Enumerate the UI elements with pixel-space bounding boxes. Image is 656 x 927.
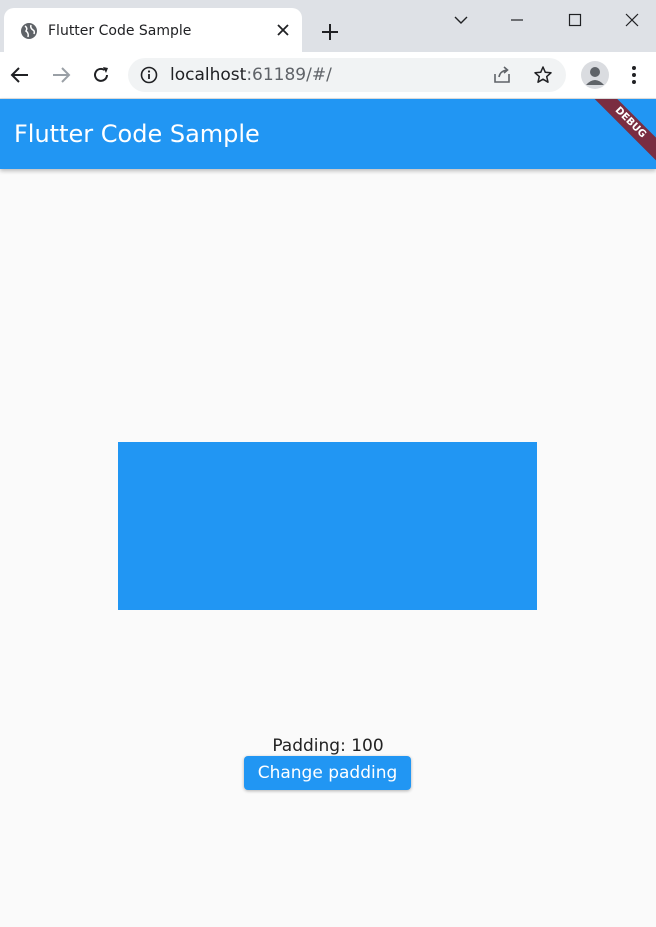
- site-info-icon[interactable]: [140, 66, 158, 84]
- padding-value-label: Padding: 100: [272, 736, 384, 756]
- browser-tabstrip: Flutter Code Sample: [0, 0, 656, 52]
- new-tab-icon[interactable]: [318, 20, 342, 44]
- bookmark-star-icon[interactable]: [533, 65, 553, 85]
- address-bar[interactable]: localhost:61189/#/: [128, 58, 566, 92]
- globe-icon: [20, 22, 38, 40]
- app-title: Flutter Code Sample: [14, 120, 260, 148]
- app-bar: Flutter Code Sample DEBUG: [0, 99, 656, 169]
- url-path: :61189/#/: [246, 65, 332, 85]
- debug-banner: DEBUG: [574, 99, 656, 169]
- url-host: localhost: [170, 65, 247, 85]
- window-close-icon[interactable]: [620, 8, 644, 32]
- forward-arrow-icon[interactable]: [50, 64, 72, 86]
- tab-search-chevron-icon[interactable]: [449, 8, 473, 32]
- padded-blue-container: [118, 442, 537, 610]
- back-arrow-icon[interactable]: [9, 64, 31, 86]
- reload-icon[interactable]: [90, 64, 112, 86]
- profile-avatar-icon[interactable]: [581, 61, 609, 89]
- browser-tab[interactable]: Flutter Code Sample: [4, 8, 302, 52]
- maximize-icon[interactable]: [563, 8, 587, 32]
- change-padding-button[interactable]: Change padding: [244, 756, 411, 790]
- browser-menu-icon[interactable]: [624, 64, 644, 86]
- share-icon[interactable]: [492, 65, 512, 85]
- minimize-icon[interactable]: [505, 8, 529, 32]
- address-url: localhost:61189/#/: [170, 65, 332, 85]
- tab-title: Flutter Code Sample: [48, 23, 192, 39]
- close-tab-icon[interactable]: [274, 21, 292, 39]
- browser-toolbar: localhost:61189/#/: [0, 52, 656, 99]
